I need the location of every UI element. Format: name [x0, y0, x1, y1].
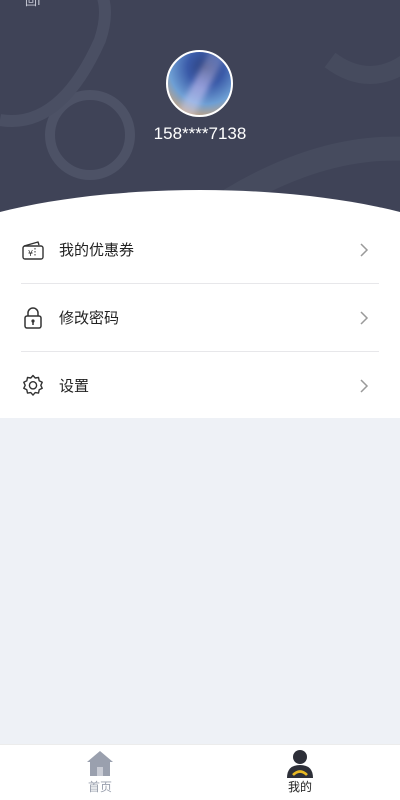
chevron-right-icon	[360, 378, 369, 393]
lock-icon	[24, 306, 42, 329]
status-bar-text: 回f	[25, 0, 42, 8]
home-icon	[87, 751, 113, 776]
tab-mine[interactable]: 我的	[260, 745, 340, 800]
chevron-right-icon	[360, 310, 369, 325]
phone-number: 158****7138	[153, 124, 247, 143]
coupon-icon: ¥	[22, 240, 44, 260]
menu-item-change-password[interactable]: 修改密码	[0, 284, 400, 351]
tab-label: 我的	[287, 780, 312, 794]
menu-item-settings[interactable]: 设置	[0, 352, 400, 419]
tab-label: 首页	[87, 780, 112, 794]
chevron-right-icon	[360, 242, 369, 257]
bottom-tab-bar: 首页 我的	[0, 744, 400, 800]
menu-item-coupons[interactable]: ¥ 我的优惠券	[0, 216, 400, 283]
tab-home[interactable]: 首页	[60, 745, 140, 800]
user-icon	[287, 750, 313, 778]
menu-item-label: 设置	[59, 377, 90, 395]
profile-header: 回f 158****7138	[0, 0, 400, 216]
menu-item-label: 修改密码	[59, 309, 120, 327]
avatar[interactable]	[166, 50, 233, 117]
menu-item-label: 我的优惠券	[59, 241, 135, 259]
menu-list: ¥ 我的优惠券 修改密码 设置	[0, 216, 400, 418]
gear-icon	[23, 374, 43, 396]
svg-text:¥: ¥	[28, 249, 33, 258]
